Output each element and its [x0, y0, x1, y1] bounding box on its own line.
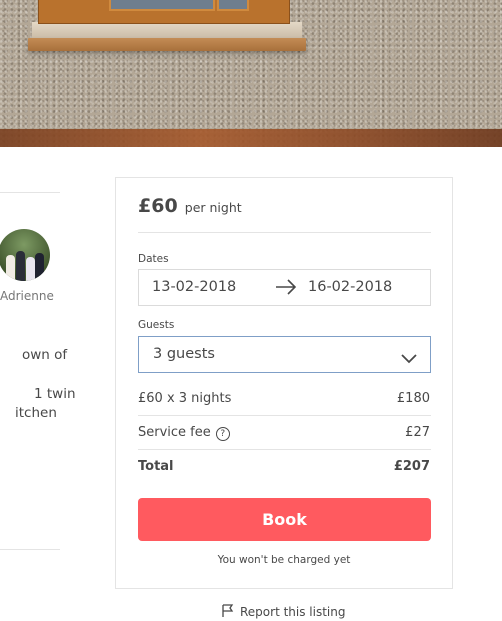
- card-divider: [138, 449, 431, 450]
- description-line: 1 twin: [34, 386, 76, 402]
- total-value: £207: [393, 459, 430, 474]
- nights-cost-value: £180: [396, 391, 430, 406]
- card-divider: [138, 415, 431, 416]
- listing-details-column: Adrienne own of 1 twin itchen: [0, 147, 76, 614]
- nightly-price: £60: [138, 195, 178, 217]
- no-charge-note: You won't be charged yet: [217, 554, 351, 566]
- service-fee-row: Service fee?: [138, 425, 230, 441]
- nights-cost-label: £60 x 3 nights: [138, 391, 232, 406]
- avatar-figure: [35, 253, 44, 281]
- dates-picker: 13-02-2018 16-02-2018: [138, 269, 431, 306]
- price-row: £60 per night: [138, 195, 242, 217]
- book-button[interactable]: Book: [138, 498, 431, 541]
- photo-window-pane: [109, 0, 215, 11]
- section-divider: [0, 192, 60, 193]
- photo-window-pane: [217, 0, 249, 11]
- photo-window-sill: [28, 38, 306, 51]
- description-line: itchen: [15, 405, 57, 421]
- photo-wall-trim: [32, 22, 302, 38]
- host-name: Adrienne: [0, 289, 54, 303]
- host-avatar[interactable]: [0, 229, 50, 281]
- arrow-right-icon: [275, 278, 297, 300]
- flag-icon: [222, 604, 234, 621]
- service-fee-label: Service fee: [138, 425, 211, 440]
- avatar-figure: [6, 255, 15, 281]
- per-night-label: per night: [184, 200, 242, 215]
- guests-select[interactable]: 3 guests: [138, 336, 431, 373]
- report-listing-link[interactable]: Report this listing: [222, 604, 346, 621]
- report-listing-label: Report this listing: [240, 605, 346, 619]
- check-in-date[interactable]: 13-02-2018: [152, 279, 236, 295]
- avatar-figure: [26, 257, 35, 281]
- check-out-date[interactable]: 16-02-2018: [308, 279, 392, 295]
- section-divider: [0, 549, 60, 550]
- dates-label: Dates: [138, 253, 169, 265]
- guests-value: 3 guests: [153, 346, 215, 362]
- total-label: Total: [138, 459, 174, 474]
- booking-card: £60 per night Dates 13-02-2018 16-02-201…: [115, 177, 453, 589]
- avatar-figure: [16, 251, 25, 281]
- photo-window: [38, 0, 290, 24]
- service-fee-value: £27: [405, 425, 430, 440]
- question-circle-icon[interactable]: ?: [215, 427, 230, 441]
- photo-brick-strip: [0, 129, 502, 147]
- card-divider: [138, 232, 431, 233]
- chevron-down-icon: [401, 349, 417, 368]
- guests-label: Guests: [138, 319, 175, 331]
- description-line: own of: [22, 347, 68, 363]
- listing-photo[interactable]: [0, 0, 502, 147]
